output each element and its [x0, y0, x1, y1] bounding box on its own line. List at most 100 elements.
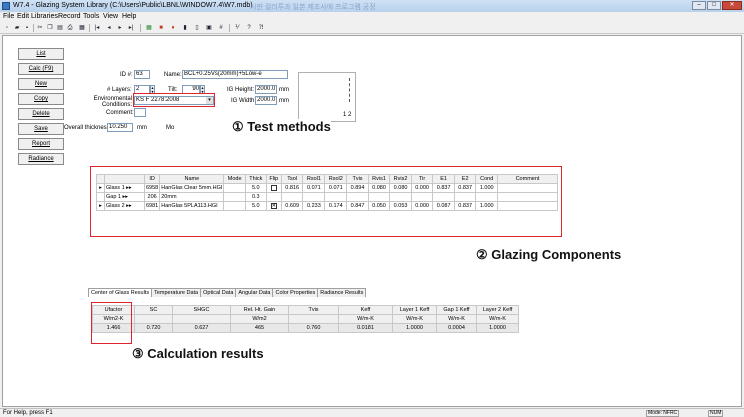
menu-file[interactable]: File — [3, 13, 14, 20]
menu-bar: File Edit Libraries Record Tools View He… — [0, 12, 744, 22]
grid-icon[interactable]: ▦ — [78, 24, 86, 32]
layer2-keff-value: 1.0000 — [476, 323, 519, 333]
sort-icon[interactable]: ■ — [157, 24, 165, 32]
paste-icon[interactable]: ▤ — [56, 24, 64, 32]
list-button[interactable]: List — [18, 48, 64, 60]
status-bar: For Help, press F1 Mode: NFRC NUM — [0, 408, 744, 417]
comment-field[interactable] — [134, 108, 146, 117]
filter-icon[interactable]: ♦ — [169, 24, 177, 32]
toolbar-separator — [140, 24, 141, 32]
preview-labels: 1 2 — [343, 112, 352, 118]
menu-libraries[interactable]: Libraries — [31, 13, 58, 20]
results-header: Keff — [338, 305, 393, 315]
quick-calc-icon[interactable]: ⅟ — [233, 24, 241, 32]
delete-button[interactable]: Delete — [18, 108, 64, 120]
window-title: W7.4 - Glazing System Library (C:\Users\… — [13, 2, 253, 9]
report-button[interactable]: Report — [18, 138, 64, 150]
menu-tools[interactable]: Tools — [83, 13, 99, 20]
calc-button[interactable]: Calc (F9) — [18, 63, 64, 75]
menu-record[interactable]: Record — [58, 13, 81, 20]
layers-label: # Layers: — [107, 87, 132, 93]
options-icon[interactable]: ? — [245, 24, 253, 32]
layer-divider — [349, 78, 350, 102]
mode-label: Mo — [166, 125, 175, 131]
tab-center-of-glass-results[interactable]: Center of Glass Results — [88, 288, 153, 297]
app-icon — [2, 2, 10, 10]
results-unit: W/m2 — [230, 314, 289, 324]
results-unit: W/m-K — [476, 314, 519, 324]
open-icon[interactable]: ▰ — [13, 24, 21, 32]
maximize-button[interactable]: □ — [707, 1, 721, 10]
results-unit — [288, 314, 339, 324]
test-methods-highlight — [133, 93, 215, 107]
save-icon[interactable]: ▪ — [23, 24, 31, 32]
toolbar-separator — [229, 24, 230, 32]
glazing-components-highlight — [90, 166, 562, 237]
results-units-row: W/m2-K W/m2 W/m-K W/m-K W/m-K W/m-K — [92, 314, 519, 324]
new-button[interactable]: New — [18, 78, 64, 90]
annotation-glazing-components: ② Glazing Components — [476, 247, 622, 263]
tab-angular-data[interactable]: Angular Data — [235, 288, 274, 297]
tab-color-properties[interactable]: Color Properties — [272, 288, 319, 297]
ig-height-label: IG Height: — [227, 87, 255, 93]
results-unit: W/m-K — [338, 314, 393, 324]
cut-icon[interactable]: ✂ — [36, 24, 44, 32]
ig-width-field[interactable]: 2000.0 — [255, 96, 277, 105]
results-header: SHGC — [172, 305, 231, 315]
rel-heat-gain-value: 465 — [230, 323, 289, 333]
window-title-extra: 시판 컬러투과 일본 제조사에 프로그램 공정 — [250, 4, 376, 11]
results-header-row: Ufactor SC SHGC Rel. Ht. Gain Tvis Keff … — [92, 305, 519, 315]
prev-record-icon[interactable]: ◂ — [105, 24, 113, 32]
ig-width-label: IG Width: — [231, 98, 257, 104]
results-header: Rel. Ht. Gain — [230, 305, 289, 315]
status-help-text: For Help, press F1 — [3, 410, 53, 416]
sc-value: 0.720 — [134, 323, 173, 333]
radiance-button[interactable]: Radiance — [18, 153, 64, 165]
results-header: Layer 1 Keff — [392, 305, 437, 315]
ig-width-unit: mm — [279, 98, 289, 104]
tab-temperature-data[interactable]: Temperature Data — [151, 288, 202, 297]
name-field[interactable]: BCL+0.25Vs(20mm)+5Low-e — [182, 70, 288, 79]
minimize-button[interactable]: – — [692, 1, 706, 10]
results-header: Tvis — [288, 305, 339, 315]
status-num: NUM — [708, 410, 724, 417]
title-bar: W7.4 - Glazing System Library (C:\Users\… — [0, 0, 744, 12]
id-label: ID #: — [120, 72, 133, 78]
close-button[interactable]: ✕ — [722, 1, 742, 10]
results-grid: Ufactor SC SHGC Rel. Ht. Gain Tvis Keff … — [92, 305, 519, 333]
status-mode: Mode: NFRC — [646, 410, 680, 417]
copy-button[interactable]: Copy — [18, 93, 64, 105]
app-window: W7.4 - Glazing System Library (C:\Users\… — [0, 0, 744, 417]
table-icon[interactable]: ▣ — [205, 24, 213, 32]
ig-height-unit: mm — [279, 87, 289, 93]
info-icon[interactable]: # — [217, 24, 225, 32]
calculation-results-highlight — [91, 302, 132, 344]
calc-icon[interactable]: ▯ — [193, 24, 201, 32]
name-label: Name: — [164, 72, 182, 78]
tab-radiance-results[interactable]: Radiance Results — [317, 288, 367, 297]
thickness-field: 10.250 — [107, 123, 133, 132]
toolbar-separator — [33, 24, 34, 32]
report-icon[interactable]: ▮ — [181, 24, 189, 32]
save-button[interactable]: Save — [18, 123, 64, 135]
last-record-icon[interactable]: ▸| — [127, 24, 135, 32]
color-icon[interactable]: ▦ — [145, 24, 153, 32]
results-values-row: 1.466 0.720 0.627 465 0.760 0.0181 1.000… — [92, 323, 519, 333]
menu-view[interactable]: View — [103, 13, 118, 20]
results-unit: W/m-K — [392, 314, 437, 324]
menu-help[interactable]: Help — [122, 13, 136, 20]
tab-optical-data[interactable]: Optical Data — [200, 288, 237, 297]
next-record-icon[interactable]: ▸ — [116, 24, 124, 32]
menu-edit[interactable]: Edit — [17, 13, 29, 20]
new-icon[interactable]: ▫ — [3, 24, 11, 32]
layer1-keff-value: 1.0000 — [392, 323, 437, 333]
ig-height-field[interactable]: 2000.0 — [255, 85, 277, 94]
help-icon[interactable]: ⁈ — [257, 24, 265, 32]
first-record-icon[interactable]: |◂ — [93, 24, 101, 32]
id-field[interactable]: 63 — [134, 70, 150, 79]
keff-value: 0.0181 — [338, 323, 393, 333]
comment-label: Comment: — [106, 110, 134, 116]
print-icon[interactable]: ⎙ — [66, 24, 74, 32]
annotation-calculation-results: ③ Calculation results — [132, 346, 264, 362]
copy-icon[interactable]: ❐ — [46, 24, 54, 32]
